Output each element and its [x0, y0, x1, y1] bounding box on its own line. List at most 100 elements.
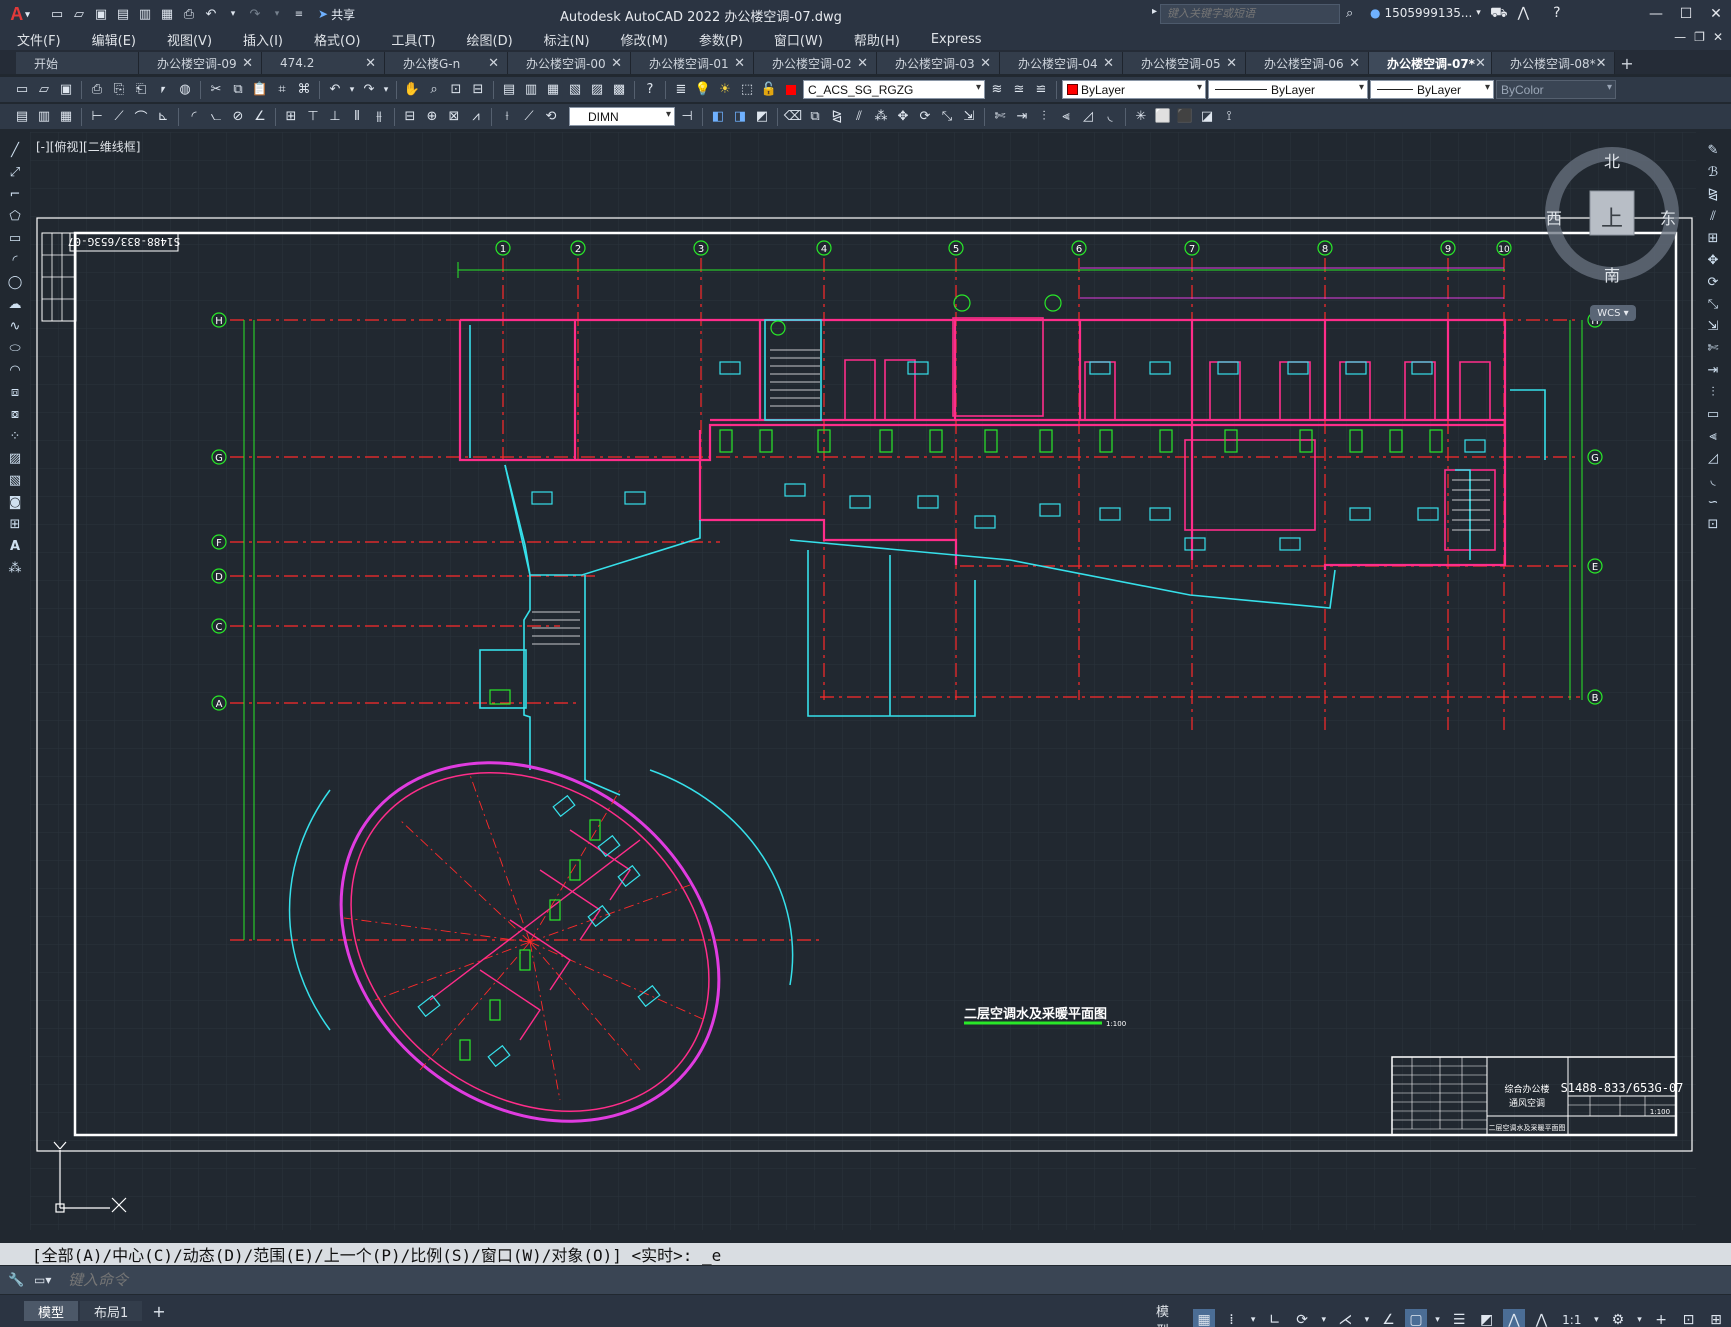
- circle-icon[interactable]: ◯: [4, 272, 26, 292]
- diameter-dimension-icon[interactable]: ⊘: [228, 107, 248, 127]
- offset-icon[interactable]: ⫽: [849, 107, 869, 127]
- continue-dimension-icon[interactable]: ⊥: [325, 107, 345, 127]
- tab-close-icon[interactable]: ✕: [1226, 56, 1237, 71]
- tab-close-icon[interactable]: ✕: [734, 56, 745, 71]
- workspace-gear-icon[interactable]: ⚙: [1607, 1309, 1628, 1327]
- extend-icon[interactable]: ⇥: [1702, 360, 1724, 380]
- new-file-icon[interactable]: ▭: [48, 5, 66, 23]
- explode-icon[interactable]: ⊡: [1702, 514, 1724, 534]
- match-properties-icon[interactable]: ⌗: [272, 80, 292, 100]
- tab-file[interactable]: 办公楼空调-00 ✕: [508, 52, 631, 74]
- join-icon[interactable]: ⫷: [1702, 426, 1724, 446]
- tab-close-icon[interactable]: ✕: [1103, 56, 1114, 71]
- isodraft-icon[interactable]: ⋌: [1335, 1309, 1356, 1327]
- insert-block-icon[interactable]: ⧈: [4, 382, 26, 402]
- baseline-dimension-icon[interactable]: ⊤: [303, 107, 323, 127]
- workspace-dropdown-icon[interactable]: ▾: [1635, 1309, 1645, 1327]
- menu-draw[interactable]: 绘图(D): [450, 30, 527, 49]
- move-icon[interactable]: ✥: [893, 107, 913, 127]
- tab-close-icon[interactable]: ✕: [980, 56, 991, 71]
- save-icon[interactable]: ▣: [92, 5, 110, 23]
- tab-close-icon[interactable]: ✕: [1349, 56, 1360, 71]
- auto-scale-icon[interactable]: ⋀: [1531, 1309, 1552, 1327]
- tab-close-icon[interactable]: ✕: [857, 56, 868, 71]
- properties-icon[interactable]: ▤: [499, 80, 519, 100]
- minimize-button[interactable]: —: [1641, 0, 1671, 28]
- search-input[interactable]: [1160, 4, 1340, 24]
- redo-dropdown-icon[interactable]: ▾: [268, 5, 286, 23]
- user-account[interactable]: ● 1505999135... ▾: [1370, 6, 1481, 20]
- design-center-icon[interactable]: ◍: [175, 80, 195, 100]
- object-snap-tracking-icon[interactable]: ∠: [1378, 1309, 1399, 1327]
- viewcube-north-label[interactable]: 北: [1604, 148, 1620, 172]
- draworder-above-icon[interactable]: ◩: [752, 107, 772, 127]
- lineweight-dropdown[interactable]: ByLayer ▾: [1370, 80, 1494, 99]
- tab-file[interactable]: 办公楼空调-08* ✕: [1492, 52, 1615, 74]
- layer-isolate-icon[interactable]: ▥: [34, 107, 54, 127]
- array-icon[interactable]: ⁂: [871, 107, 891, 127]
- tab-file[interactable]: 办公楼空调-09 ✕: [139, 52, 262, 74]
- hatch-icon[interactable]: ▨: [4, 448, 26, 468]
- ellipse-icon[interactable]: ⬭: [4, 338, 26, 358]
- block-editor-icon[interactable]: ⌘: [294, 80, 314, 100]
- help-icon[interactable]: ?: [1553, 5, 1560, 23]
- region-icon[interactable]: ◙: [4, 492, 26, 512]
- save-web-icon[interactable]: ▦: [158, 5, 176, 23]
- polar-dropdown-icon[interactable]: ▾: [1319, 1309, 1329, 1327]
- customize-qat-icon[interactable]: ≡: [290, 5, 308, 23]
- design-center-palette-icon[interactable]: ▥: [521, 80, 541, 100]
- polar-tracking-icon[interactable]: ⟳: [1291, 1309, 1312, 1327]
- construction-line-icon[interactable]: ⤢: [4, 162, 26, 182]
- dimension-edit-icon[interactable]: ⟊: [497, 107, 517, 127]
- close-button[interactable]: ✕: [1701, 0, 1731, 28]
- viewcube-south-label[interactable]: 南: [1604, 262, 1620, 286]
- model-space-button[interactable]: 模型: [1150, 1299, 1187, 1327]
- qnew-icon[interactable]: ▭: [12, 80, 32, 100]
- plot-icon[interactable]: ⎙: [87, 80, 107, 100]
- layer-thaw-icon[interactable]: ☀: [715, 80, 735, 100]
- jogged-dimension-icon[interactable]: ⦦: [206, 107, 226, 127]
- mirror-icon[interactable]: ⧎: [827, 107, 847, 127]
- dimension-break-icon[interactable]: ⫵: [369, 107, 389, 127]
- new-tab-button[interactable]: +: [1615, 52, 1639, 74]
- snap-mode-icon[interactable]: ⁞: [1221, 1309, 1242, 1327]
- group-icon[interactable]: ⬛: [1175, 107, 1195, 127]
- trim-icon[interactable]: ✄: [990, 107, 1010, 127]
- menu-tools[interactable]: 工具(T): [374, 30, 449, 49]
- array-icon[interactable]: ⊞: [1702, 228, 1724, 248]
- multiline-text-icon[interactable]: A: [4, 536, 26, 556]
- tab-close-icon[interactable]: ✕: [1596, 56, 1607, 71]
- layout-tab-layout1[interactable]: 布局1: [80, 1301, 143, 1321]
- tab-file[interactable]: 办公楼空调-02 ✕: [754, 52, 877, 74]
- doc-minimize-button[interactable]: —: [1674, 30, 1686, 44]
- annotation-monitor-icon[interactable]: +: [1650, 1309, 1671, 1327]
- isodraft-dropdown-icon[interactable]: ▾: [1362, 1309, 1372, 1327]
- stretch-icon[interactable]: ⇲: [959, 107, 979, 127]
- make-current-layer-icon[interactable]: ≋: [987, 80, 1007, 100]
- tab-close-icon[interactable]: ✕: [611, 56, 622, 71]
- menu-file[interactable]: 文件(F): [0, 30, 75, 49]
- object-snap-dropdown-icon[interactable]: ▾: [1433, 1309, 1443, 1327]
- arc-length-icon[interactable]: ⌒: [131, 107, 151, 127]
- mirror-icon[interactable]: ⧎: [1702, 184, 1724, 204]
- menu-help[interactable]: 帮助(H): [837, 30, 914, 49]
- draworder-front-icon[interactable]: ◧: [708, 107, 728, 127]
- copy-icon[interactable]: ℬ: [1702, 162, 1724, 182]
- tab-close-icon[interactable]: ✕: [488, 56, 499, 71]
- tab-file[interactable]: 办公楼空调-03 ✕: [877, 52, 1000, 74]
- stretch-icon[interactable]: ⇲: [1702, 316, 1724, 336]
- autodesk-app-icon[interactable]: ⋀: [1518, 5, 1529, 23]
- help-icon[interactable]: ?: [640, 80, 660, 100]
- open-web-icon[interactable]: ▥: [136, 5, 154, 23]
- tab-file[interactable]: 办公楼空调-04 ✕: [1000, 52, 1123, 74]
- tolerance-icon[interactable]: ⊟: [400, 107, 420, 127]
- tab-close-icon[interactable]: ✕: [1475, 56, 1486, 71]
- spline-icon[interactable]: ∿: [4, 316, 26, 336]
- linetype-dropdown[interactable]: ByLayer ▾: [1208, 80, 1368, 99]
- plotstyle-dropdown[interactable]: ByColor ▾: [1496, 80, 1616, 99]
- open-icon[interactable]: ▱: [34, 80, 54, 100]
- maximize-button[interactable]: ☐: [1671, 0, 1701, 28]
- layer-unlock-icon[interactable]: 🔓: [759, 80, 779, 100]
- layout-tab-model[interactable]: 模型: [24, 1301, 79, 1321]
- search-expand-icon[interactable]: ▸: [1152, 6, 1157, 17]
